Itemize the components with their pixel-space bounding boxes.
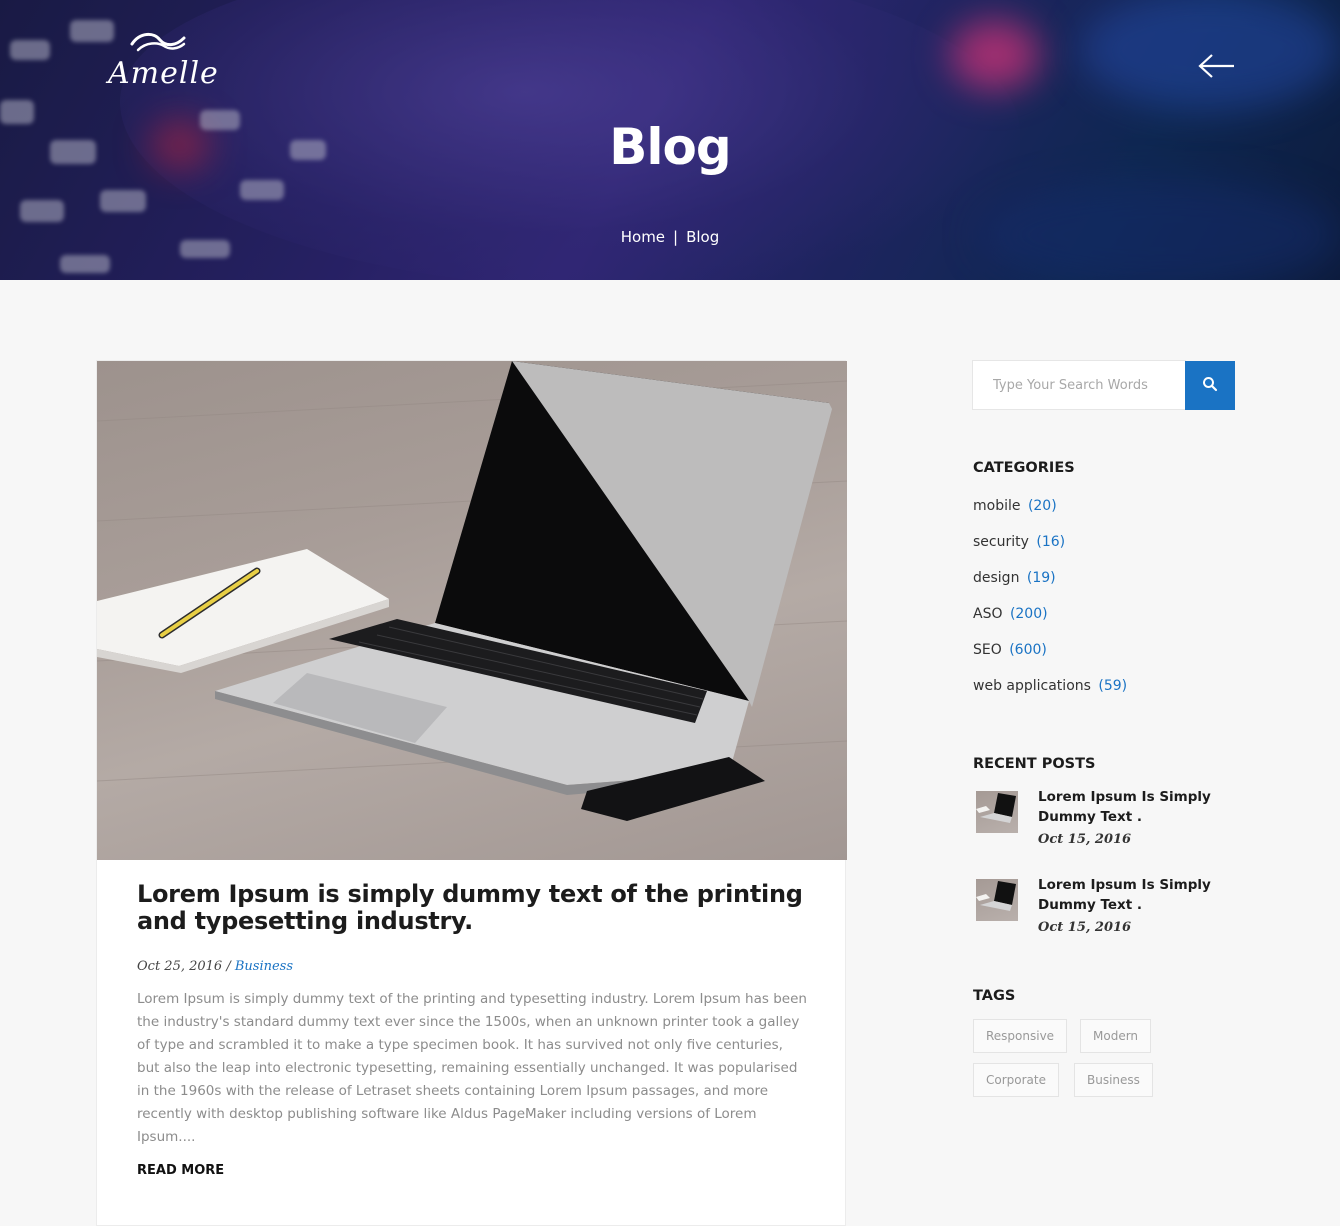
post-featured-image[interactable] — [97, 361, 847, 860]
tag-business[interactable]: Business — [1074, 1063, 1153, 1097]
logo-wave-icon — [130, 33, 186, 52]
breadcrumb-separator: | — [673, 228, 679, 246]
breadcrumb-home-link[interactable]: Home — [621, 228, 665, 246]
post-category-link[interactable]: Business — [235, 959, 293, 974]
search-icon — [1203, 377, 1218, 392]
tag-responsive[interactable]: Responsive — [973, 1019, 1068, 1053]
category-item-seo[interactable]: SEO (600) — [973, 642, 1127, 678]
categories-list: mobile (20) security (16) design (19) AS… — [973, 498, 1127, 714]
category-item-mobile[interactable]: mobile (20) — [973, 498, 1127, 534]
logo-text: Amelle — [108, 56, 219, 91]
category-name: mobile — [973, 498, 1021, 514]
category-name: ASO — [973, 606, 1003, 622]
post-excerpt: Lorem Ipsum is simply dummy text of the … — [137, 991, 807, 1145]
breadcrumb-current: Blog — [686, 228, 720, 246]
category-name: web applications — [973, 678, 1091, 694]
laptop-illustration — [97, 361, 847, 821]
category-item-security[interactable]: security (16) — [973, 534, 1127, 570]
thumbnail-laptop-illustration — [976, 881, 1016, 911]
recent-post-title: Lorem Ipsum Is Simply Dummy Text . — [1038, 877, 1211, 913]
category-item-web-applications[interactable]: web applications (59) — [973, 678, 1127, 714]
recent-post-thumbnail — [976, 791, 1018, 833]
recent-post-date: Oct 15, 2016 — [1038, 920, 1132, 935]
recent-posts-title: RECENT POSTS — [973, 756, 1096, 772]
recent-post-item[interactable]: Lorem Ipsum Is Simply Dummy Text . Oct 1… — [976, 875, 1246, 947]
search-form — [972, 360, 1235, 410]
search-button[interactable] — [1185, 361, 1235, 410]
search-input[interactable] — [972, 360, 1186, 410]
breadcrumb: Home | Blog — [0, 228, 1340, 246]
tag-modern[interactable]: Modern — [1080, 1019, 1152, 1053]
post-meta: Oct 25, 2016 / Business — [137, 959, 293, 974]
page-title: Blog — [609, 118, 731, 176]
category-item-aso[interactable]: ASO (200) — [973, 606, 1127, 642]
post-title[interactable]: Lorem Ipsum is simply dummy text of the … — [137, 881, 817, 935]
category-count: (600) — [1009, 642, 1047, 658]
tags-title: TAGS — [973, 988, 1016, 1004]
back-arrow-icon[interactable] — [1196, 52, 1236, 80]
category-count: (59) — [1098, 678, 1128, 694]
recent-post-date: Oct 15, 2016 — [1038, 832, 1132, 847]
category-item-design[interactable]: design (19) — [973, 570, 1127, 606]
post-date: Oct 25, 2016 — [137, 959, 223, 974]
category-name: security — [973, 534, 1029, 550]
category-name: design — [973, 570, 1020, 586]
category-count: (19) — [1026, 570, 1056, 586]
read-more-link[interactable]: READ MORE — [137, 1163, 224, 1178]
category-count: (20) — [1027, 498, 1057, 514]
category-count: (16) — [1036, 534, 1066, 550]
hero-banner: Amelle Blog Home | Blog — [0, 0, 1340, 280]
recent-post-title: Lorem Ipsum Is Simply Dummy Text . — [1038, 789, 1211, 825]
recent-post-item[interactable]: Lorem Ipsum Is Simply Dummy Text . Oct 1… — [976, 787, 1246, 859]
tag-corporate[interactable]: Corporate — [973, 1063, 1059, 1097]
category-count: (200) — [1009, 606, 1048, 622]
post-meta-separator: / — [226, 959, 231, 974]
categories-title: CATEGORIES — [973, 460, 1075, 476]
category-name: SEO — [973, 642, 1002, 658]
thumbnail-laptop-illustration — [976, 793, 1016, 823]
recent-post-thumbnail — [976, 879, 1018, 921]
site-logo[interactable]: Amelle — [108, 30, 219, 96]
blog-post-card: Lorem Ipsum is simply dummy text of the … — [96, 360, 847, 1226]
